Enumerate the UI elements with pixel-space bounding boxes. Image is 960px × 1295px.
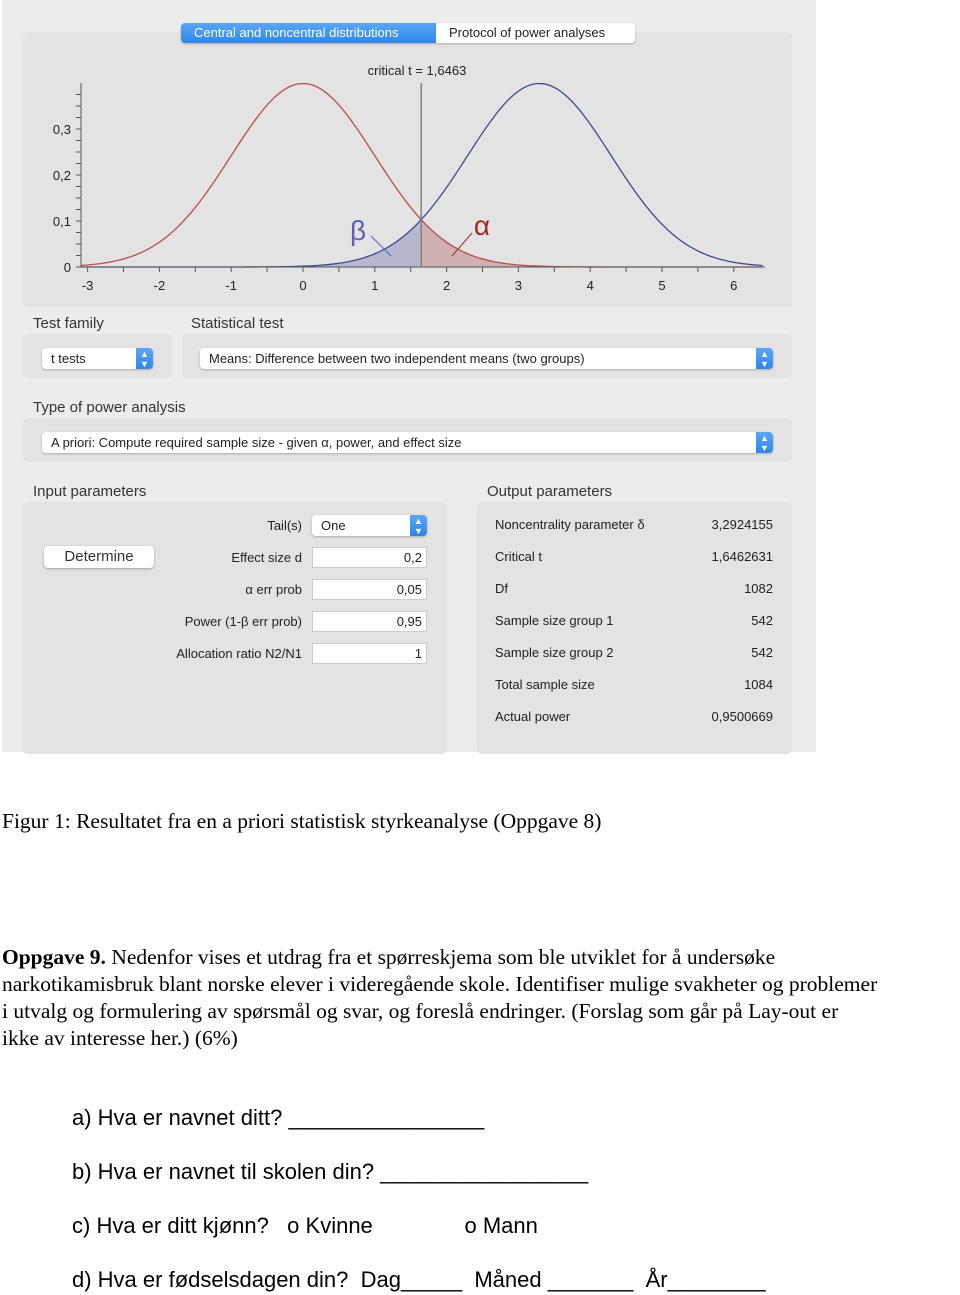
x-tick-label: -3 <box>82 278 94 293</box>
output-label: Actual power <box>495 709 571 724</box>
input-parameters-label: Input parameters <box>33 483 147 500</box>
tails-label: Tail(s) <box>267 518 302 533</box>
test-family-label: Test family <box>33 315 104 332</box>
stepper-icon: ▲ ▼ <box>136 348 153 369</box>
task-title: Oppgave 9. <box>2 945 106 969</box>
output-value: 1082 <box>744 581 773 596</box>
statistical-test-value: Means: Difference between two independen… <box>209 351 585 366</box>
y-tick-label: 0,3 <box>53 122 71 137</box>
y-tick-label: 0 <box>64 260 71 275</box>
x-tick-label: 0 <box>299 278 306 293</box>
x-tick-label: -2 <box>154 278 166 293</box>
task-line: i utvalg og formulering av spørsmål og s… <box>2 999 839 1023</box>
figure-caption: Figur 1: Resultatet fra en a priori stat… <box>2 809 602 833</box>
x-tick-label: 5 <box>658 278 665 293</box>
power-analysis-label: Type of power analysis <box>33 399 186 416</box>
input-label: α err prob <box>245 582 302 597</box>
power-analysis-value: A priori: Compute required sample size -… <box>51 435 462 450</box>
task-line: narkotikamisbruk blant norske elever i v… <box>2 972 878 996</box>
output-label: Df <box>495 581 508 596</box>
output-value: 3,2924155 <box>711 517 773 532</box>
critical-t-label: critical t = 1,6463 <box>368 63 467 78</box>
x-tick-label: 3 <box>515 278 522 293</box>
input-label: Power (1-β err prob) <box>184 614 302 629</box>
output-label: Noncentrality parameter δ <box>495 517 645 532</box>
question-d: d) Hva er fødselsdagen din? Dag_____ Mån… <box>72 1267 766 1292</box>
alpha-area <box>421 219 763 267</box>
output-label: Total sample size <box>495 677 595 692</box>
task-line: Nedenfor vises et utdrag fra et spørresk… <box>105 945 776 969</box>
power-analysis-select[interactable]: A priori: Compute required sample size -… <box>42 432 773 453</box>
output-label: Critical t <box>495 549 542 564</box>
beta-label: β <box>350 215 366 246</box>
input-label: Effect size d <box>231 550 302 565</box>
y-tick-label: 0,2 <box>53 168 71 183</box>
beta-area <box>80 219 422 267</box>
question-b: b) Hva er navnet til skolen din? _______… <box>72 1159 589 1184</box>
test-family-select[interactable]: t tests ▲ ▼ <box>42 348 153 369</box>
task-text: Oppgave 9. Nedenfor vises et utdrag fra … <box>2 944 960 1052</box>
input-field[interactable]: 0,05 <box>312 579 427 600</box>
input-field[interactable]: 1 <box>312 643 427 664</box>
input-field[interactable]: 0,95 <box>312 611 427 632</box>
x-tick-label: 1 <box>371 278 378 293</box>
stepper-icon: ▲ ▼ <box>756 432 773 453</box>
statistical-test-select[interactable]: Means: Difference between two independen… <box>200 348 773 369</box>
output-value: 542 <box>751 613 773 628</box>
distribution-chart: -3 -2 -1 0 1 2 3 4 5 6 0 0,1 0,2 0,3 critical t = 1,64… <box>53 63 765 293</box>
output-parameters-label: Output parameters <box>487 483 613 500</box>
output-value: 1,6462631 <box>711 549 773 564</box>
tails-value: One <box>321 518 346 533</box>
output-label: Sample size group 1 <box>495 613 614 628</box>
statistical-test-label: Statistical test <box>191 315 284 332</box>
stepper-icon: ▲ ▼ <box>756 348 773 369</box>
determine-button[interactable]: Determine <box>44 546 154 568</box>
output-value: 542 <box>751 645 773 660</box>
tails-select[interactable]: One ▲ ▼ <box>312 515 427 536</box>
y-tick-label: 0,1 <box>53 214 71 229</box>
x-tick-label: 4 <box>587 278 594 293</box>
gpower-window: Central and noncentral distributions Pro… <box>2 0 816 754</box>
question-c: c) Hva er ditt kjønn? o Kvinne o Mann <box>72 1213 538 1238</box>
output-value: 1084 <box>744 677 773 692</box>
x-tick-label: -1 <box>225 278 237 293</box>
x-tick-label: 2 <box>443 278 450 293</box>
question-a: a) Hva er navnet ditt? ________________ <box>72 1105 485 1130</box>
stepper-icon: ▲ ▼ <box>410 515 427 536</box>
alpha-label: α <box>474 210 490 241</box>
test-family-value: t tests <box>51 351 86 366</box>
task-line: ikke av interesse her.) (6%) <box>2 1026 238 1050</box>
output-label: Sample size group 2 <box>495 645 614 660</box>
x-tick-label: 6 <box>730 278 737 293</box>
input-field[interactable]: 0,2 <box>312 547 427 568</box>
input-label: Allocation ratio N2/N1 <box>176 646 302 661</box>
output-value: 0,9500669 <box>711 709 773 724</box>
